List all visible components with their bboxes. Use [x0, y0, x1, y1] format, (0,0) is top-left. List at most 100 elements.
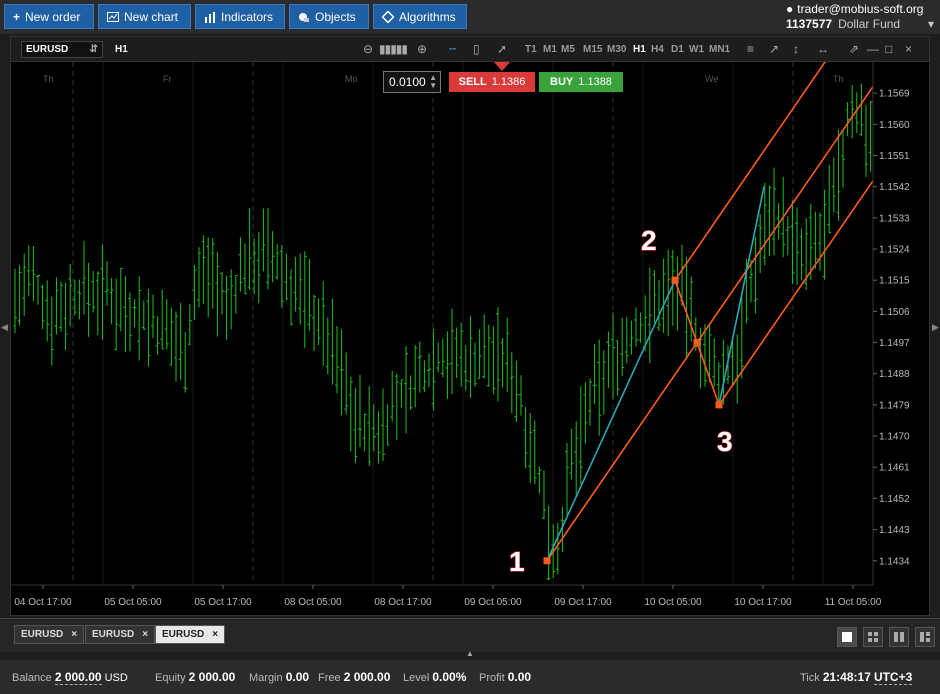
- price-bar: [206, 237, 211, 318]
- chart-tabs-panel: EURUSD × EURUSD × EURUSD ×: [0, 618, 940, 652]
- price-marker-icon: [494, 62, 510, 71]
- timeframe-h1[interactable]: H1: [633, 44, 646, 55]
- price-bar: [399, 379, 404, 408]
- timeframe-m30[interactable]: M30: [607, 44, 626, 55]
- buy-button[interactable]: BUY 1.1388: [539, 72, 623, 92]
- price-bar: [606, 331, 611, 388]
- objects-button[interactable]: Objects: [289, 4, 369, 29]
- price-bar: [132, 299, 137, 328]
- price-bar: [118, 267, 123, 332]
- timeframe-m15[interactable]: M15: [583, 44, 602, 55]
- timeframe-w1[interactable]: W1: [689, 44, 704, 55]
- layout-tiles-icon[interactable]: [915, 627, 935, 647]
- profit-value: 0.00: [507, 670, 532, 684]
- time-tick-label: 09 Oct 17:00: [554, 597, 612, 608]
- pitchfork-point-label: 2: [641, 225, 657, 256]
- zoom-scale-icon[interactable]: ▮▮▮▮▮: [379, 42, 408, 56]
- expand-panel-icon[interactable]: ▲: [466, 649, 474, 658]
- price-bar: [220, 272, 224, 315]
- chart-window: EURUSD ⇵ H1 ⊖ ▮▮▮▮▮ ⊕ ╌ ▯ ➚ T1 M1 M5 M15 M30…: [10, 36, 930, 616]
- price-bar: [105, 261, 109, 307]
- algorithms-button[interactable]: Algorithms: [373, 4, 467, 29]
- chart-tab-active[interactable]: EURUSD ×: [155, 625, 226, 644]
- timezone-select[interactable]: UTC+3: [873, 670, 913, 685]
- timeframe-h4[interactable]: H4: [651, 44, 664, 55]
- dropdown-arrow-icon[interactable]: ▾: [928, 17, 934, 31]
- balance-value[interactable]: 2 000.00: [54, 670, 102, 685]
- chart-tab[interactable]: EURUSD ×: [85, 625, 156, 644]
- sell-button[interactable]: SELL 1.1386: [449, 72, 535, 92]
- price-bar: [266, 207, 270, 290]
- day-label: Mo: [345, 74, 358, 84]
- time-tick-label: 10 Oct 05:00: [644, 597, 702, 608]
- lot-size-input[interactable]: 0.0100 ▲ ▼: [383, 71, 441, 93]
- zoom-out-icon[interactable]: ⊖: [363, 42, 373, 56]
- price-bar: [813, 211, 818, 269]
- scroll-right-icon[interactable]: ▶: [932, 322, 939, 333]
- minimize-icon[interactable]: —: [867, 42, 879, 56]
- maximize-icon[interactable]: □: [885, 42, 892, 56]
- timeframe-mn1[interactable]: MN1: [709, 44, 730, 55]
- detach-icon[interactable]: ⇗: [849, 42, 859, 56]
- symbol-select[interactable]: EURUSD ⇵: [21, 41, 103, 58]
- close-icon[interactable]: ×: [142, 629, 148, 640]
- price-bar: [243, 243, 247, 295]
- price-bar: [137, 276, 142, 361]
- timeframe-d1[interactable]: D1: [671, 44, 684, 55]
- price-bar: [422, 360, 427, 392]
- price-bar: [542, 470, 546, 519]
- close-icon[interactable]: ×: [71, 629, 77, 640]
- line-type-icon[interactable]: ➚: [497, 42, 507, 56]
- price-bar: [417, 341, 422, 393]
- scroll-left-icon[interactable]: ◀: [1, 322, 8, 333]
- timeframe-t1[interactable]: T1: [525, 44, 537, 55]
- price-bar: [45, 280, 50, 342]
- price-bar: [376, 411, 381, 464]
- candles-type-icon[interactable]: ▯: [473, 42, 480, 56]
- price-bar: [634, 307, 638, 347]
- price-chart[interactable]: ThFrMoTuWeTh 123 1.15691.15601.15511.154…: [11, 62, 929, 615]
- indicators-button[interactable]: Indicators: [195, 4, 285, 29]
- zoom-in-icon[interactable]: ⊕: [417, 42, 427, 56]
- new-chart-button[interactable]: New chart: [98, 4, 191, 29]
- price-bar: [325, 317, 330, 375]
- close-icon[interactable]: ×: [212, 629, 218, 640]
- new-order-button[interactable]: + New order: [4, 4, 94, 29]
- main-toolbar: + New order New chart Indicators Objects…: [0, 0, 940, 34]
- price-bar: [155, 316, 160, 355]
- price-bar: [229, 269, 234, 330]
- indicator-list-icon[interactable]: ≡: [747, 42, 754, 56]
- layout-columns-icon[interactable]: [889, 627, 909, 647]
- layout-grid-icon[interactable]: [863, 627, 883, 647]
- timeframe-m5[interactable]: M5: [561, 44, 575, 55]
- close-icon[interactable]: ×: [905, 42, 912, 56]
- bars-type-icon[interactable]: ╌: [449, 42, 456, 56]
- price-tick-label: 1.1488: [879, 369, 910, 380]
- horizontal-scale-icon[interactable]: ↔: [817, 42, 829, 56]
- price-bar: [845, 101, 850, 137]
- price-bar: [54, 277, 59, 335]
- crosshair-icon[interactable]: ↗: [769, 42, 779, 56]
- price-bar: [151, 294, 155, 339]
- chart-grid: ThFrMoTuWeTh: [43, 62, 844, 585]
- price-bar: [440, 338, 445, 378]
- price-bar: [450, 308, 454, 395]
- vertical-scale-icon[interactable]: ↕: [793, 42, 799, 56]
- time-tick-label: 05 Oct 05:00: [104, 597, 162, 608]
- price-bar: [735, 334, 740, 404]
- price-bar: [109, 277, 114, 325]
- spinner-icon[interactable]: ▲ ▼: [429, 74, 437, 90]
- price-bar: [537, 466, 542, 494]
- pitchfork-anchor: [671, 276, 679, 284]
- layout-single-icon[interactable]: [837, 627, 857, 647]
- equity-value: 2 000.00: [188, 670, 236, 684]
- price-bar: [123, 275, 128, 352]
- chart-tab[interactable]: EURUSD ×: [14, 625, 85, 644]
- price-bar: [95, 271, 100, 336]
- price-tick-label: 1.1542: [879, 182, 910, 193]
- timeframe-m1[interactable]: M1: [543, 44, 557, 55]
- price-bar: [316, 298, 321, 346]
- account-info[interactable]: ● trader@mobius-soft.org 1137577 Dollar Fu…: [786, 2, 934, 31]
- price-bar: [358, 374, 362, 447]
- price-bar: [330, 298, 335, 385]
